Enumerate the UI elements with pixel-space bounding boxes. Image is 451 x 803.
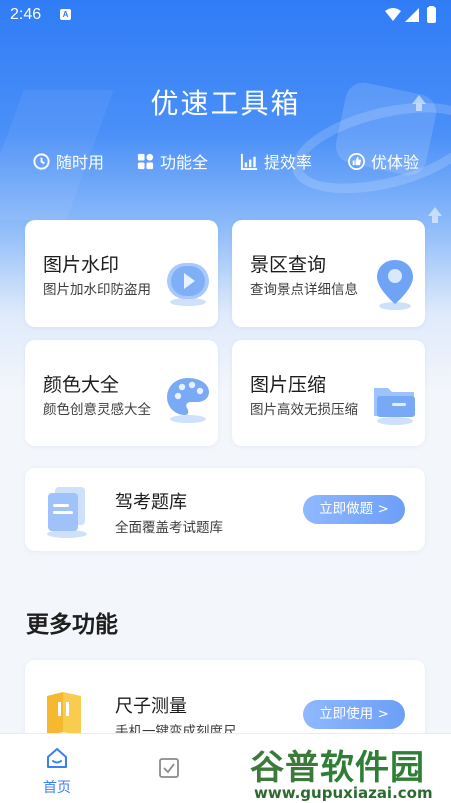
feature-item: 优体验 bbox=[347, 148, 419, 174]
card-title: 图片压缩 bbox=[250, 374, 327, 396]
tab-tasks[interactable] bbox=[114, 734, 224, 803]
notification-icon: A bbox=[60, 9, 71, 20]
palette-icon bbox=[167, 378, 209, 423]
feature-label: 随时用 bbox=[56, 153, 105, 172]
watermark-url: www.gupuxiazai.com bbox=[254, 784, 433, 802]
feature-label: 优体验 bbox=[371, 153, 420, 172]
tool-card-compress[interactable]: 图片压缩 图片高效无损压缩 bbox=[232, 340, 425, 446]
status-icons bbox=[385, 6, 436, 23]
card-subtitle: 图片加水印防盗用 bbox=[43, 282, 151, 298]
home-icon bbox=[47, 748, 67, 768]
grid-icon bbox=[137, 153, 154, 169]
card-title: 驾考题库 bbox=[115, 492, 187, 513]
card-title: 尺子测量 bbox=[115, 696, 187, 717]
card-subtitle: 图片高效无损压缩 bbox=[250, 402, 358, 418]
checkbox-icon bbox=[159, 758, 179, 778]
feature-item: 随时用 bbox=[32, 148, 104, 174]
bar-chart-icon bbox=[240, 153, 258, 170]
watermark: 谷普软件园 www.gupuxiazai.com bbox=[246, 740, 451, 803]
tool-card-scenic[interactable]: 景区查询 查询景点详细信息 bbox=[232, 220, 425, 327]
thumbs-up-icon bbox=[348, 152, 365, 170]
feature-highlights: 随时用 功能全 提效率 优体验 bbox=[0, 148, 451, 174]
ruler-book-icon bbox=[47, 692, 81, 736]
signal-icon bbox=[405, 8, 419, 22]
tool-card-watermark[interactable]: 图片水印 图片加水印防盗用 bbox=[25, 220, 218, 327]
feature-label: 功能全 bbox=[160, 153, 209, 172]
card-subtitle: 全面覆盖考试题库 bbox=[115, 520, 223, 536]
section-title: 更多功能 bbox=[26, 612, 118, 638]
folder-icon bbox=[374, 388, 415, 425]
location-pin-icon bbox=[377, 260, 413, 310]
watermark-text: 软件园 bbox=[320, 748, 425, 788]
document-stack-icon bbox=[47, 487, 87, 538]
status-time: 2:46 bbox=[10, 6, 42, 23]
card-subtitle: 查询景点详细信息 bbox=[250, 282, 358, 298]
feature-item: 提效率 bbox=[240, 148, 312, 174]
tab-label: 首页 bbox=[43, 780, 71, 796]
feature-label: 提效率 bbox=[264, 153, 313, 172]
card-title: 景区查询 bbox=[250, 254, 327, 276]
arrow-up-icon bbox=[428, 207, 442, 216]
exam-card[interactable]: 驾考题库 全面覆盖考试题库 立即做题 > bbox=[25, 468, 425, 551]
card-title: 颜色大全 bbox=[43, 374, 120, 396]
watermark-text: 谷普 bbox=[250, 748, 320, 788]
card-title: 图片水印 bbox=[43, 254, 120, 276]
battery-icon bbox=[427, 7, 436, 23]
tab-home[interactable]: 首页 bbox=[2, 734, 112, 803]
page-title: 优速工具箱 bbox=[150, 87, 301, 120]
tool-card-colors[interactable]: 颜色大全 颜色创意灵感大全 bbox=[25, 340, 218, 446]
arrow-up-icon bbox=[432, 216, 438, 223]
clock-refresh-icon bbox=[33, 152, 50, 170]
feature-item: 功能全 bbox=[136, 148, 208, 174]
play-circle-icon bbox=[167, 263, 209, 306]
status-bar: 2:46 A bbox=[0, 0, 451, 30]
use-now-button[interactable]: 立即使用 > bbox=[303, 700, 405, 729]
wifi-icon bbox=[385, 8, 401, 21]
start-quiz-button[interactable]: 立即做题 > bbox=[303, 495, 405, 524]
card-subtitle: 颜色创意灵感大全 bbox=[43, 402, 151, 418]
